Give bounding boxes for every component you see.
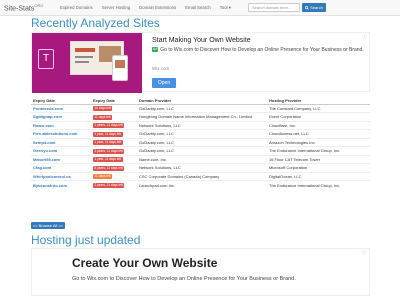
table-row: Whirlpoolcontrol.ca 11 days left CSC Corpo… [31,171,370,181]
nav-link-expired-domains[interactable]: Expired Domains [60,4,93,11]
search-button[interactable]: Search [302,3,326,12]
column-header-domain-provider: Domain Provider [137,97,267,105]
search-button-label: Search [310,5,323,10]
expiry-cell: 11 days left [91,171,137,181]
hosting-provider-cell: Cloudflare, Inc. [267,120,370,130]
expiry-badge: 1 year, 11 days left [93,140,123,146]
ad-headline[interactable]: Start Making Your Own Website [152,37,251,44]
column-header-expiry: Expiry Date [91,97,137,105]
table-row: Flex-ablesolutions.com 1 year, 11 days le… [31,129,370,138]
brand-suffix: ORG [34,3,44,8]
table-header-row: Expiry Date Expiry Date Domain Provider … [31,97,370,105]
expiry-badge: 11 days left [93,114,113,120]
ad-tile-letter: T [38,49,54,69]
search-icon [305,5,309,10]
hosting-provider-cell: Ecent Corporation [267,112,370,121]
ad-phone-illustration [112,55,128,81]
ad-banner[interactable]: T Start Making Your Own Website Ad Go to … [31,32,370,93]
domain-provider-cell: Network Solutions, LLC [137,163,267,172]
table-row: Geeriyo.com 3 years, 11 days left GoDaddy.… [31,146,370,155]
ad-banner-bottom[interactable]: Create Your Own Website Go to Wix.com to… [31,248,370,296]
domain-link[interactable]: Sgdtignap.com [31,112,91,121]
ad-body: Ad Go to Wix.com to Discover How to Devel… [152,47,364,54]
ad2-body: Go to Wix.com to Discover How to Develop… [72,276,296,282]
ad-open-button[interactable]: Open [152,78,176,88]
expiry-badge: 1 year, 11 days left [93,131,123,137]
recent-sites-table: Expiry Date Expiry Date Domain Provider … [31,97,370,189]
hosting-provider-cell: Amazon Technologies Inc. [267,137,370,147]
ad-image[interactable]: T [32,33,142,93]
domain-provider-cell: CSC Corporate Domains (Canada) Company [137,171,267,181]
nav-link-server-hosting[interactable]: Server Hosting [102,4,130,11]
hosting-provider-cell: The Endurance International Group, Inc. [267,146,370,155]
hosting-provider-cell: The Endurance International Group, Inc. [267,180,370,189]
domain-provider-cell: Name.com, Inc. [137,154,267,164]
domain-provider-cell: GoDaddy.com, LLC [137,137,267,147]
expiry-cell: 1 year, 11 days left [91,137,137,147]
expiry-cell: 11 days left [91,112,137,121]
info-icon[interactable]: ⓘ [361,250,367,256]
expiry-badge: 2 years, 11 days left [93,123,125,129]
table-row: Sgdtignap.com 11 days left Hongkong Domain… [31,112,370,121]
search-input[interactable]: Search domain here... [248,3,300,12]
column-header-hosting-provider: Hosting Provider [267,97,370,105]
expiry-cell: 8 years, 11 days left [91,163,137,172]
domain-provider-cell: Network Solutions, LLC [137,120,267,130]
nav-links: Expired Domains Server Hosting Domain Ex… [60,4,231,11]
ad-url[interactable]: Wix.com [152,66,169,71]
table-row: Roanr.com 2 years, 11 days left Network So… [31,120,370,130]
nav-link-email-search[interactable]: Email Search [185,4,211,11]
table-row: Printdeeds.com 10 days left GoDaddy.com, L… [31,103,370,113]
hosting-provider-cell: The Constant Company, LLC [267,103,370,113]
hosting-provider-cell: 16 Floor CAT Telecom Tower [267,154,370,164]
expiry-cell: 1 year, 11 days left [91,154,137,164]
brand-name: Site-Stats [4,5,35,13]
site-logo[interactable]: Site-StatsORG [4,3,43,12]
expiry-badge: 10 days left [93,106,113,112]
domain-link[interactable]: Printdeeds.com [31,103,91,113]
info-icon[interactable]: ⓘ [362,34,367,39]
nav-link-domain-extensions[interactable]: Domain Extensions [139,4,176,11]
domain-link[interactable]: Bybconstrdo.com [31,180,91,189]
domain-provider-cell: GoDaddy.com, LLC [137,103,267,113]
domain-link[interactable]: Roanr.com [31,120,91,130]
column-header-domain: Expiry Date [31,97,91,105]
domain-provider-cell: Hongkong Domain Name Information Managem… [137,112,267,121]
recent-sites-title: Recently Analyzed Sites [31,16,160,30]
domain-link[interactable]: Whirlpoolcontrol.ca [31,171,91,181]
domain-link[interactable]: Manori99.com [31,154,91,164]
expiry-badge: 11 days left [93,174,113,180]
expiry-cell: 2 years, 11 days left [91,180,137,189]
table-row: Cfag.com 8 years, 11 days left Network Sol… [31,163,370,172]
browse-all-button[interactable]: << Browse All >> [31,222,65,229]
expiry-badge: 3 years, 11 days left [93,148,125,154]
table-row: Semp4.com 1 year, 11 days left GoDaddy.com… [31,137,370,147]
expiry-cell: 1 year, 11 days left [91,129,137,138]
expiry-badge: 8 years, 11 days left [93,165,125,171]
ad-badge: Ad [152,47,159,53]
domain-link[interactable]: Geeriyo.com [31,146,91,155]
expiry-cell: 3 years, 11 days left [91,146,137,155]
expiry-badge: 2 years, 11 days left [93,183,125,188]
table-row: Bybconstrdo.com 2 years, 11 days left Laun… [31,180,370,189]
domain-link[interactable]: Flex-ablesolutions.com [31,129,91,138]
table-row: Manori99.com 1 year, 11 days left Name.com… [31,154,370,164]
top-navbar: Site-StatsORG Expired Domains Server Hos… [0,0,400,16]
domain-link[interactable]: Semp4.com [31,137,91,147]
domain-provider-cell: GoDaddy.com, LLC [137,146,267,155]
expiry-cell: 2 years, 11 days left [91,120,137,130]
expiry-badge: 1 year, 11 days left [93,157,123,163]
nav-link-tool-dropdown[interactable]: Tool ▾ [220,4,231,11]
hosting-updated-title: Hosting just updated [31,233,141,247]
hosting-provider-cell: DigitalOcean, LLC [267,171,370,181]
ad2-headline[interactable]: Create Your Own Website [72,256,217,270]
ad-body-text: Go to Wix.com to Discover How to Develop… [160,47,364,53]
expiry-cell: 10 days left [91,103,137,113]
domain-provider-cell: Launchpad.com Inc. [137,180,267,189]
hosting-provider-cell: Microsoft Corporation [267,163,370,172]
domain-provider-cell: GoDaddy.com, LLC [137,129,267,138]
domain-link[interactable]: Cfag.com [31,163,91,172]
hosting-provider-cell: CloudAccess.net, LLC [267,129,370,138]
